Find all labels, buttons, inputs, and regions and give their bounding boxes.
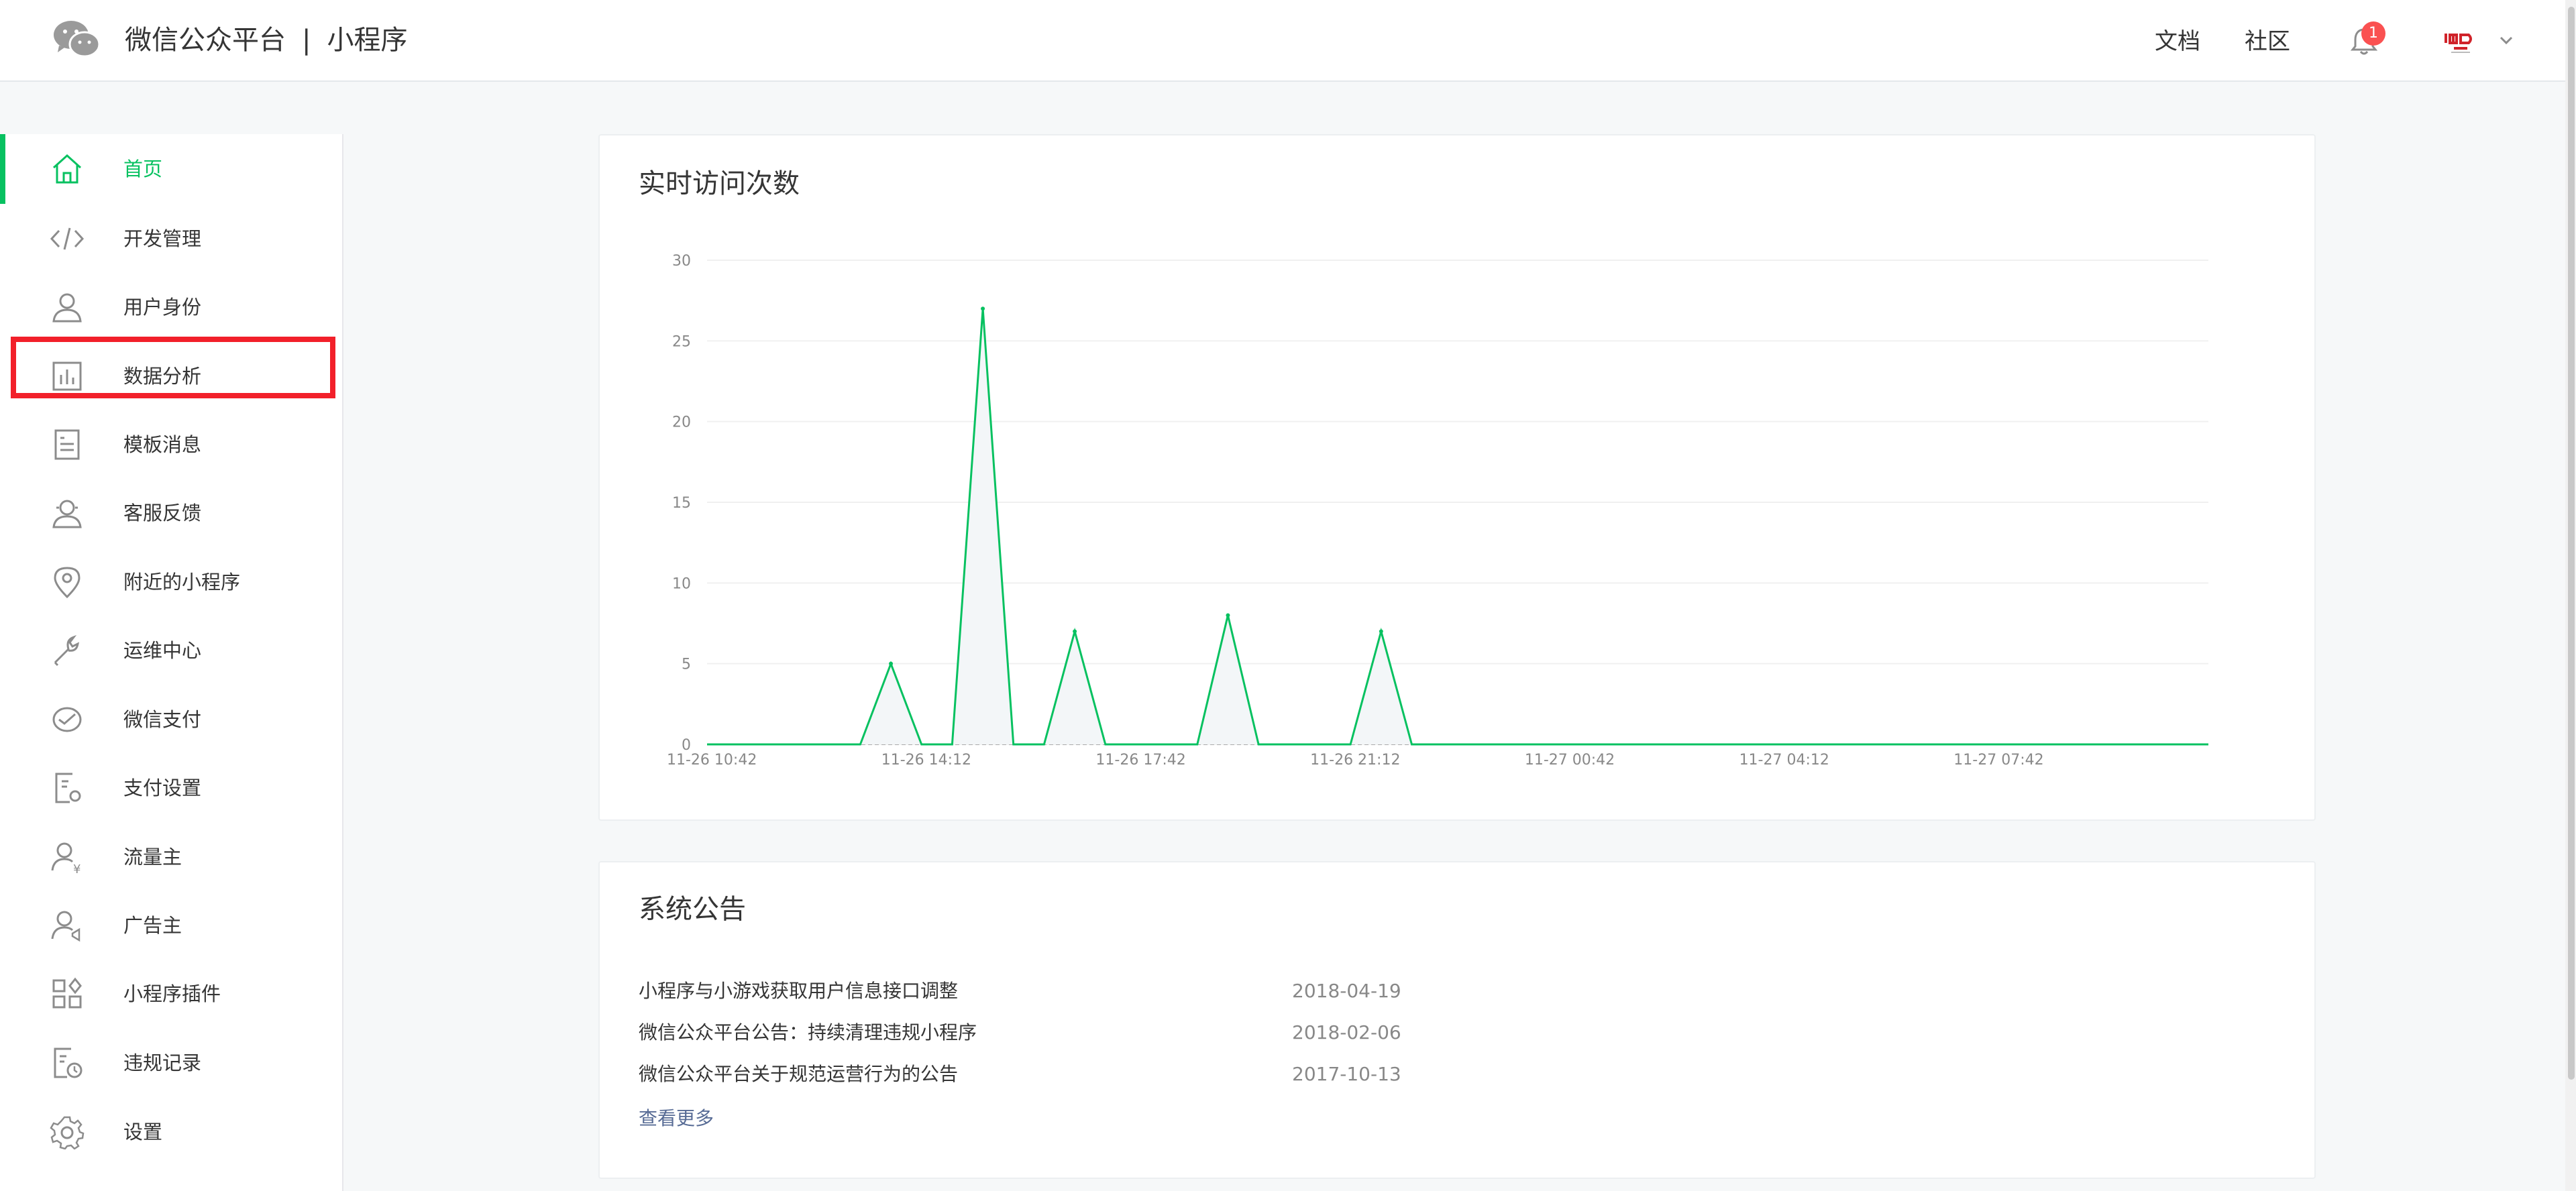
sidebar-item-label: 设置	[123, 1121, 163, 1143]
sidebar-item-traffic-owner[interactable]: ¥ 流量主	[0, 822, 342, 892]
sidebar-item-label: 流量主	[123, 846, 182, 868]
sidebar-item-customer-feedback[interactable]: 客服反馈	[0, 478, 342, 548]
x-tick-label: 11-26 10:42	[667, 752, 757, 769]
sidebar-item-dev-management[interactable]: 开发管理	[0, 204, 342, 274]
scrollbar-thumb[interactable]	[2568, 7, 2575, 1080]
x-tick-label: 11-26 17:42	[1095, 752, 1185, 769]
platform-name: 微信公众平台	[125, 25, 286, 56]
x-tick-label: 11-26 21:12	[1310, 752, 1400, 769]
data-point	[1379, 629, 1383, 634]
notice-title[interactable]: 微信公众平台关于规范运营行为的公告	[639, 1061, 958, 1088]
sidebar-item-label: 附近的小程序	[123, 571, 241, 593]
top-bar: 微信公众平台 | 小程序 文档 社区 1	[0, 0, 2576, 82]
highlight-annotation-box	[11, 337, 335, 398]
user-icon	[52, 293, 82, 323]
sidebar-item-label: 开发管理	[123, 227, 202, 250]
sidebar-item-wechat-pay[interactable]: 微信支付	[0, 685, 342, 754]
notice-date: 2017-10-13	[1292, 1063, 1401, 1085]
document-icon	[54, 429, 80, 460]
sidebar-item-advertiser[interactable]: 广告主	[0, 891, 342, 960]
sidebar-item-label: 运维中心	[123, 639, 202, 662]
x-tick-label: 11-27 04:12	[1739, 752, 1829, 769]
notice-title[interactable]: 小程序与小游戏获取用户信息接口调整	[639, 978, 958, 1005]
product-name: 小程序	[327, 25, 408, 56]
sidebar-item-label: 广告主	[123, 914, 182, 937]
wechat-logo-icon[interactable]	[52, 19, 101, 59]
system-notices-card: 系统公告 小程序与小游戏获取用户信息接口调整 2018-04-19 微信公众平台…	[598, 861, 2316, 1179]
sidebar-item-nearby-miniprogram[interactable]: 附近的小程序	[0, 547, 342, 617]
svg-text:¥: ¥	[73, 862, 80, 874]
payment-settings-icon	[55, 773, 81, 803]
y-tick-label: 25	[672, 333, 691, 350]
sidebar-item-label: 小程序插件	[123, 982, 221, 1005]
traffic-owner-icon: ¥	[51, 842, 80, 874]
sidebar-item-settings[interactable]: 设置	[0, 1097, 342, 1167]
notification-badge: 1	[2361, 21, 2385, 46]
sidebar-item-template-messages[interactable]: 模板消息	[0, 410, 342, 479]
sidebar-item-user-identity[interactable]: 用户身份	[0, 272, 342, 342]
sidebar-item-label: 客服反馈	[123, 502, 202, 524]
sidebar-item-label: 违规记录	[123, 1052, 202, 1074]
wrench-icon	[54, 635, 79, 667]
y-tick-label: 5	[682, 657, 691, 673]
data-point	[1073, 629, 1077, 634]
realtime-visits-card: 实时访问次数 0 5 10 15 20 25 30 11-26 10:42 11-26 14:1…	[598, 134, 2316, 821]
location-icon	[54, 567, 80, 599]
sidebar-item-label: 模板消息	[123, 433, 202, 456]
y-tick-label: 20	[672, 414, 691, 431]
sidebar-item-ops-center[interactable]: 运维中心	[0, 616, 342, 685]
sidebar-item-miniprogram-plugin[interactable]: 小程序插件	[0, 959, 342, 1029]
sidebar-item-label: 支付设置	[123, 777, 202, 799]
notice-date: 2018-04-19	[1292, 980, 1401, 1002]
advertiser-icon	[51, 911, 80, 942]
sidebar-item-label: 微信支付	[123, 708, 202, 731]
card-title: 系统公告	[639, 894, 746, 925]
sidebar-item-label: 用户身份	[123, 296, 202, 319]
docs-link[interactable]: 文档	[2155, 25, 2200, 58]
code-icon	[50, 227, 85, 250]
y-tick-label: 15	[672, 495, 691, 512]
view-more-link[interactable]: 查看更多	[639, 1105, 714, 1132]
sidebar-item-violation-records[interactable]: 违规记录	[0, 1028, 342, 1098]
community-link[interactable]: 社区	[2245, 25, 2290, 58]
gear-icon	[50, 1116, 85, 1149]
data-point	[981, 306, 985, 311]
brand-title[interactable]: 微信公众平台 | 小程序	[125, 20, 407, 60]
x-tick-label: 11-27 07:42	[1953, 752, 2043, 769]
sidebar-item-payment-settings[interactable]: 支付设置	[0, 753, 342, 823]
y-tick-label: 10	[672, 575, 691, 592]
series-area	[707, 308, 2208, 744]
plugin-icon	[52, 977, 82, 1009]
brand-separator: |	[302, 25, 311, 56]
x-tick-label: 11-27 00:42	[1525, 752, 1615, 769]
notice-date: 2018-02-06	[1292, 1021, 1401, 1043]
sidebar-item-label: 首页	[123, 158, 163, 180]
y-tick-label: 30	[672, 253, 691, 270]
data-point	[889, 661, 894, 666]
active-indicator	[0, 134, 5, 204]
sidebar-item-home[interactable]: 首页	[0, 134, 342, 204]
account-avatar-icon[interactable]	[2442, 27, 2479, 56]
violation-record-icon	[54, 1047, 83, 1078]
chevron-down-icon[interactable]	[2497, 31, 2516, 50]
series-line	[707, 308, 2208, 746]
data-point	[1226, 613, 1230, 618]
customer-service-icon	[52, 500, 82, 528]
sidebar: 首页 开发管理 用户身份 数据分析 模板消息 客服反馈 附近的小程序 运维中心 …	[0, 134, 343, 1191]
x-tick-label: 11-26 14:12	[881, 752, 971, 769]
wechat-pay-icon	[52, 707, 82, 732]
home-icon	[52, 154, 82, 184]
notice-title[interactable]: 微信公众平台公告：持续清理违规小程序	[639, 1019, 977, 1046]
realtime-visits-chart: 05101520253011-26 10:42 11-26 14:12 11-26 …	[667, 253, 2208, 769]
